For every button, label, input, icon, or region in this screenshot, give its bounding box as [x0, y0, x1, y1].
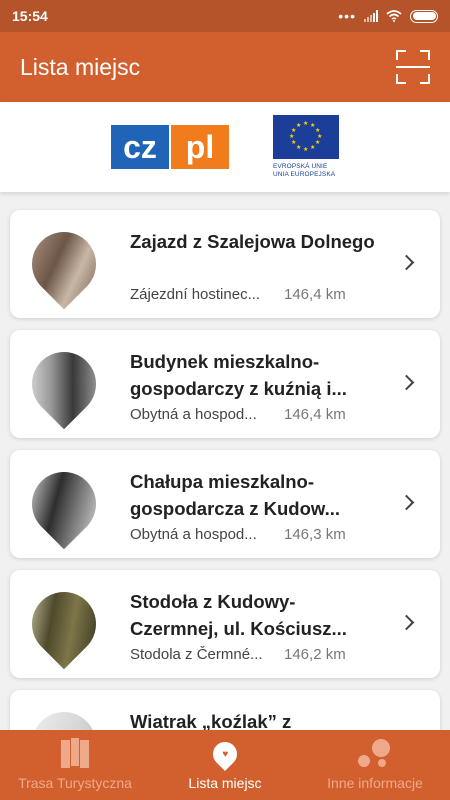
place-title: Budynek mieszkalno-gospodarczy z kuźnią … — [130, 351, 347, 399]
czpl-logo-cz: cz — [111, 125, 169, 169]
status-time: 15:54 — [12, 8, 48, 24]
nav-item-lista[interactable]: Lista miejsc — [150, 730, 300, 800]
place-card[interactable]: Budynek mieszkalno-gospodarczy z kuźnią … — [10, 330, 440, 438]
nav-label: Lista miejsc — [188, 775, 262, 791]
place-distance: 146,3 km — [284, 526, 346, 543]
places-list[interactable]: Zajazd z Szalejowa Dolnego Zájezdní host… — [0, 192, 450, 730]
place-card[interactable]: Chałupa mieszkalno-gospodarcza z Kudow..… — [10, 450, 440, 558]
eu-logo: ★ ★ ★ ★ ★ ★ ★ ★ ★ ★ ★ ★ EVROPSKÁ UNIE UN… — [273, 115, 339, 179]
place-title: Stodoła z Kudowy-Czermnej, ul. Kościusz.… — [130, 591, 347, 639]
nav-label: Trasa Turystyczna — [18, 775, 132, 791]
logo-bar: cz pl ★ ★ ★ ★ ★ ★ ★ ★ ★ ★ ★ ★ EVROPSKÁ U… — [0, 102, 450, 192]
nav-item-trasa[interactable]: Trasa Turystyczna — [0, 730, 150, 800]
place-distance: 146,2 km — [284, 646, 346, 663]
app-bar: Lista miejsc — [0, 32, 450, 102]
place-subtitle: Zájezdní hostinec... — [130, 286, 261, 303]
wifi-icon — [386, 10, 402, 22]
battery-icon — [410, 9, 438, 23]
chevron-right-icon — [398, 494, 415, 511]
status-bar: 15:54 ••• — [0, 0, 450, 32]
place-thumbnail — [18, 338, 110, 430]
signal-icon — [364, 10, 378, 22]
place-subtitle: Obytná a hospod... — [130, 406, 257, 423]
chevron-right-icon — [398, 254, 415, 271]
nav-item-inne[interactable]: Inne informacje — [300, 730, 450, 800]
place-subtitle: Stodola z Čermné... — [130, 646, 263, 663]
map-icon — [61, 738, 90, 768]
status-icons: ••• — [338, 8, 438, 24]
eu-text: EVROPSKÁ UNIE UNIA EUROPEJSKA — [273, 163, 336, 178]
place-thumbnail — [18, 458, 110, 550]
location-pin-icon — [208, 737, 242, 771]
place-title: Chałupa mieszkalno-gospodarcza z Kudow..… — [130, 471, 341, 519]
chevron-right-icon — [398, 374, 415, 391]
place-distance: 146,4 km — [284, 286, 346, 303]
place-card[interactable]: Wiatrak „koźlak” z — [10, 690, 440, 730]
place-thumbnail — [18, 578, 110, 670]
place-thumbnail — [18, 218, 110, 310]
dots-icon — [358, 739, 392, 769]
place-subtitle: Obytná a hospod... — [130, 526, 257, 543]
scan-qr-icon[interactable] — [396, 50, 430, 84]
czpl-logo: cz pl — [111, 125, 229, 169]
nav-label: Inne informacje — [327, 775, 423, 791]
page-title: Lista miejsc — [20, 53, 141, 80]
place-title: Zajazd z Szalejowa Dolnego — [130, 231, 375, 252]
place-thumbnail — [18, 698, 110, 730]
place-card[interactable]: Stodoła z Kudowy-Czermnej, ul. Kościusz.… — [10, 570, 440, 678]
eu-flag-icon: ★ ★ ★ ★ ★ ★ ★ ★ ★ ★ ★ ★ — [273, 115, 339, 159]
place-card[interactable]: Zajazd z Szalejowa Dolnego Zájezdní host… — [10, 210, 440, 318]
bottom-nav: Trasa Turystyczna Lista miejsc Inne info… — [0, 730, 450, 800]
place-title: Wiatrak „koźlak” z — [130, 711, 292, 730]
notification-dots-icon: ••• — [338, 8, 356, 24]
chevron-right-icon — [398, 614, 415, 631]
czpl-logo-pl: pl — [171, 125, 229, 169]
place-distance: 146,4 km — [284, 406, 346, 423]
